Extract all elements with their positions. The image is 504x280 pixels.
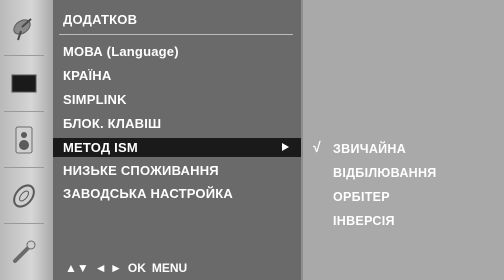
audio-category[interactable] bbox=[0, 112, 47, 168]
submenu-item-orbiter[interactable]: ОРБІТЕР bbox=[333, 190, 390, 204]
time-category[interactable] bbox=[0, 168, 47, 224]
menu-item-country[interactable]: КРАЇНА bbox=[63, 68, 111, 83]
nav-legend: ▲▼ ◄ ► OK MENU bbox=[53, 256, 301, 280]
category-icon-strip bbox=[0, 0, 53, 280]
submenu-item-inversion[interactable]: ІНВЕРСІЯ bbox=[333, 214, 395, 228]
option-tool-icon bbox=[12, 240, 35, 263]
option-menu-panel: ДОДАТКОВ МОВА (Language) КРАЇНА SIMPLINK… bbox=[53, 0, 301, 280]
submenu-arrow-icon bbox=[282, 143, 289, 151]
check-icon: √ bbox=[313, 139, 321, 155]
submenu-item-normal[interactable]: ЗВИЧАЙНА bbox=[333, 142, 406, 156]
submenu-item-white-wash[interactable]: ВІДБІЛЮВАННЯ bbox=[333, 166, 437, 180]
leftright-arrows-icon: ◄ ► bbox=[94, 261, 122, 275]
menu-item-key-lock[interactable]: БЛОК. КЛАВІШ bbox=[63, 116, 161, 131]
menu-item-low-power[interactable]: НИЗЬКЕ СПОЖИВАННЯ bbox=[63, 163, 219, 178]
menu-item-ism-method-label: МЕТОД ISM bbox=[63, 140, 138, 155]
option-category[interactable] bbox=[0, 224, 47, 280]
ok-hint: OK bbox=[127, 261, 146, 275]
menu-item-language[interactable]: МОВА (Language) bbox=[63, 44, 179, 59]
menu-item-factory-reset[interactable]: ЗАВОДСЬКА НАСТРОЙКА bbox=[63, 186, 233, 201]
menu-title: ДОДАТКОВ bbox=[63, 12, 138, 27]
setup-category[interactable] bbox=[0, 0, 47, 56]
title-divider bbox=[59, 34, 293, 35]
picture-category[interactable] bbox=[0, 56, 47, 112]
satellite-dish-icon bbox=[12, 18, 32, 41]
ism-submenu-panel: √ ЗВИЧАЙНА ВІДБІЛЮВАННЯ ОРБІТЕР ІНВЕРСІЯ bbox=[301, 0, 504, 280]
disc-icon bbox=[12, 184, 35, 208]
screen-icon bbox=[11, 74, 36, 93]
menu-item-ism-method[interactable]: МЕТОД ISM bbox=[53, 138, 301, 157]
speaker-icon bbox=[15, 126, 32, 154]
updown-arrows-icon: ▲▼ bbox=[65, 261, 89, 275]
menu-hint: MENU bbox=[151, 261, 188, 275]
menu-item-simplink[interactable]: SIMPLINK bbox=[63, 92, 127, 107]
